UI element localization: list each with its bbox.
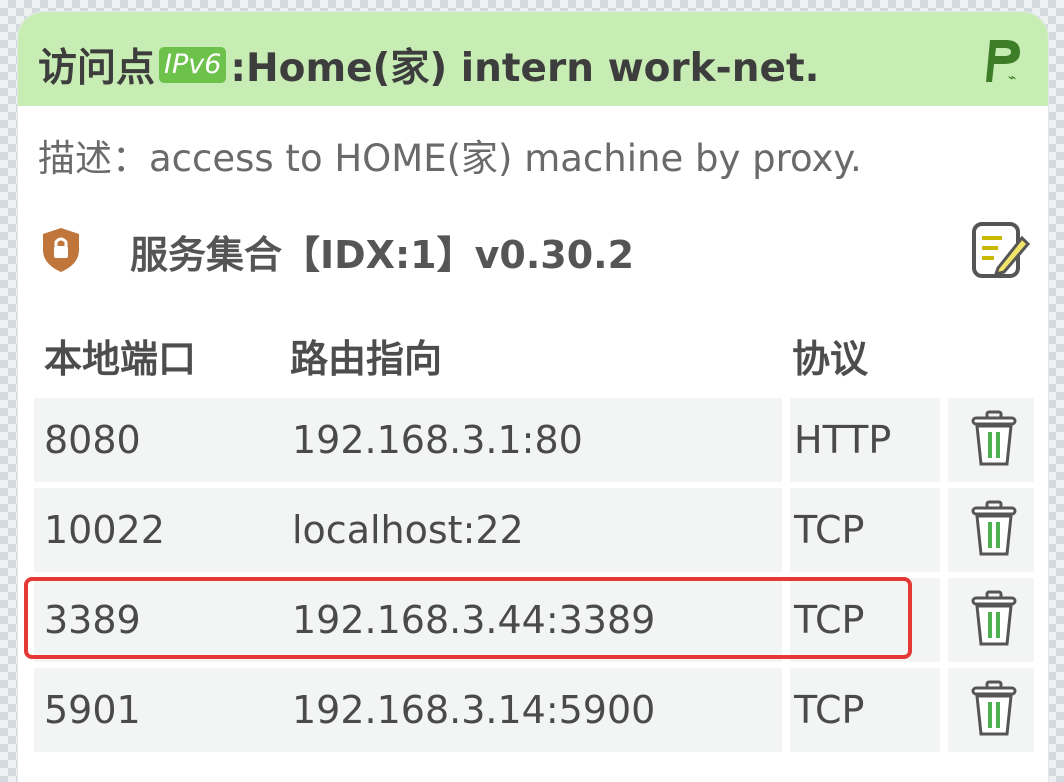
route-cell: 192.168.3.1:80 (286, 398, 782, 482)
trash-icon[interactable] (969, 590, 1019, 648)
edit-note-icon[interactable] (968, 220, 1030, 282)
title-prefix: 访问点 (38, 46, 156, 91)
port-cell: 10022 (34, 488, 286, 572)
protocol-cell: HTTP (790, 398, 940, 482)
card-header: 访问点 IPv6 :Home(家) intern work-net. ⌁ (18, 12, 1048, 106)
highlight-box (24, 577, 912, 659)
title-suffix: :Home(家) intern work-net. (230, 46, 820, 91)
service-collection-row: 服务集合【IDX:1】v0.30.2 (18, 220, 1048, 284)
port-cell: 8080 (34, 398, 286, 482)
p-logo-icon[interactable]: ⌁ (980, 34, 1028, 86)
header-local-port: 本地端口 (44, 337, 197, 381)
route-cell: localhost:22 (286, 488, 782, 572)
trash-icon[interactable] (969, 410, 1019, 468)
description-text: 描述：access to HOME(家) machine by proxy. (38, 137, 862, 180)
ipv6-badge: IPv6 (159, 47, 227, 83)
svg-text:⌁: ⌁ (1008, 70, 1016, 86)
protocol-cell: TCP (790, 488, 940, 572)
access-point-card: 访问点 IPv6 :Home(家) intern work-net. ⌁ 描述：… (18, 12, 1048, 782)
table-row[interactable]: 10022 localhost:22 TCP (18, 488, 1048, 572)
port-cell: 5901 (34, 668, 286, 752)
route-cell: 192.168.3.14:5900 (286, 668, 782, 752)
trash-icon[interactable] (969, 680, 1019, 738)
access-point-title: 访问点 IPv6 :Home(家) intern work-net. (38, 40, 820, 91)
table-row[interactable]: 5901 192.168.3.14:5900 TCP (18, 668, 1048, 752)
trash-icon[interactable] (969, 500, 1019, 558)
protocol-cell: TCP (790, 668, 940, 752)
service-collection-title: 服务集合【IDX:1】v0.30.2 (130, 233, 635, 277)
header-protocol: 协议 (792, 337, 869, 381)
shield-lock-icon (43, 228, 79, 272)
header-route: 路由指向 (290, 337, 443, 381)
table-row[interactable]: 8080 192.168.3.1:80 HTTP (18, 398, 1048, 482)
